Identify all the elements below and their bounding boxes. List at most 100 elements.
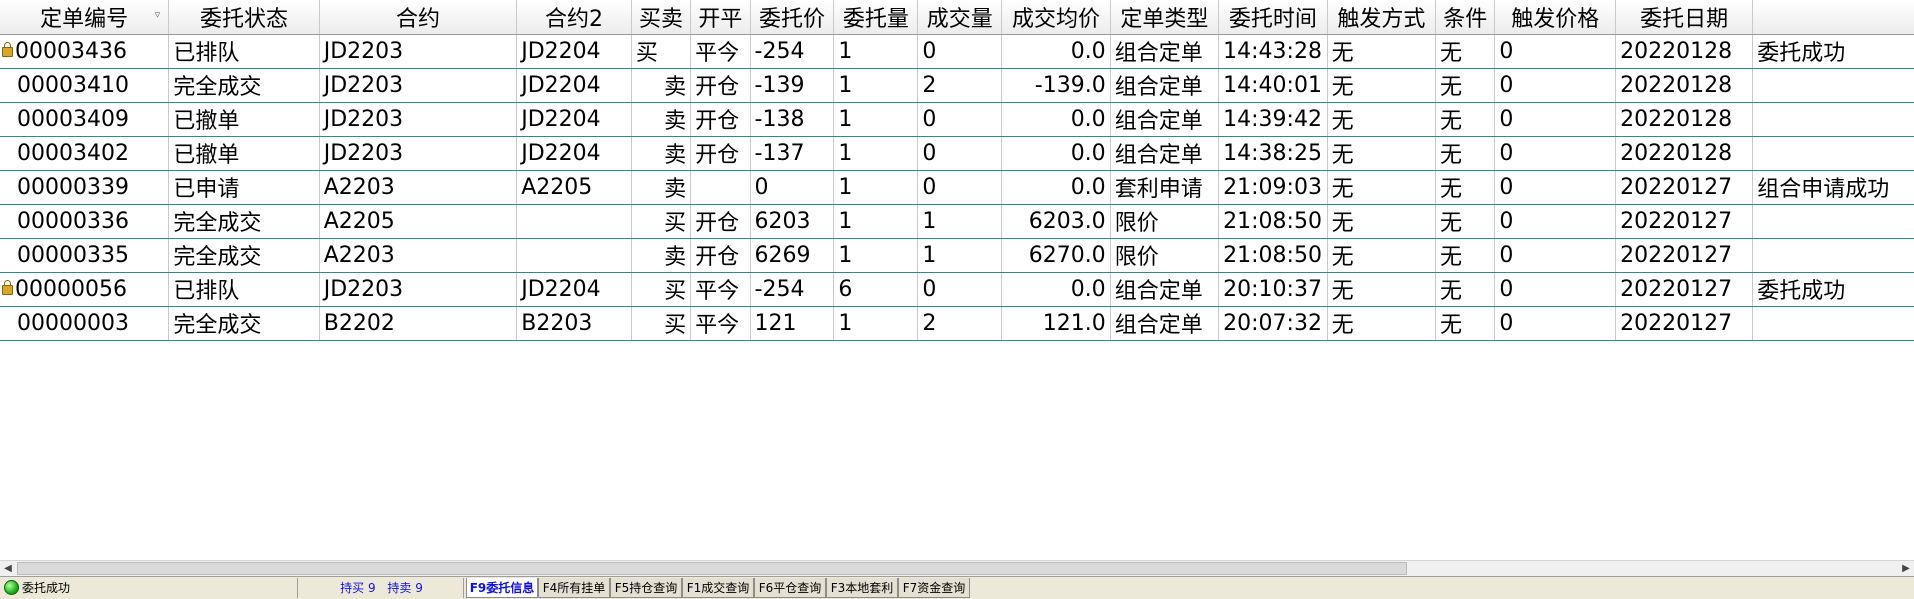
tab-f5[interactable]: F5持仓查询 xyxy=(610,578,682,598)
cell-open-close: 开仓 xyxy=(690,102,751,137)
cell-order-price: -254 xyxy=(750,272,835,307)
table-row[interactable]: 00000335 完全成交 A2203 卖开仓 6269 1 1 6270.0 限价 21:08:… xyxy=(0,238,1914,273)
cell-value: 无 xyxy=(1331,279,1354,304)
table-row[interactable]: 00000336 完全成交 A2205 买开仓 6203 1 1 6203.0 限价 21:08:… xyxy=(0,204,1914,239)
column-header-order-date[interactable]: 委托日期 xyxy=(1615,0,1754,35)
cell-value: 卖 xyxy=(664,245,687,270)
column-header-order-id[interactable]: 定单编号 ▿ xyxy=(0,0,170,35)
cell-value: 开仓 xyxy=(695,143,740,168)
column-header-filled-qty[interactable]: 成交量 xyxy=(917,0,1003,35)
table-row[interactable]: 00003402 已撤单 JD2203 JD2204 卖开仓 -137 1 0 0.0 组合定单 1… xyxy=(0,136,1914,171)
cell-trigger-price: 0 xyxy=(1494,306,1617,341)
column-header-order-price[interactable]: 委托价 xyxy=(750,0,835,35)
cell-value: 1 xyxy=(838,310,853,336)
cell-value: 买 xyxy=(635,41,658,66)
cell-avg-price: 0.0 xyxy=(1001,34,1111,69)
column-header-contract2[interactable]: 合约2 xyxy=(516,0,632,35)
cell-value: 20220127 xyxy=(1620,242,1733,268)
column-header-feedback[interactable]: 反馈 xyxy=(1752,0,1914,35)
table-row[interactable]: 00003410 完全成交 JD2203 JD2204 卖开仓 -139 1 2 -139.0 组… xyxy=(0,68,1914,103)
cell-value: 平今 xyxy=(695,279,740,304)
scroll-left-icon[interactable]: ◀ xyxy=(0,561,16,576)
cell-order-id: 00003402 xyxy=(0,136,170,171)
tab-f6[interactable]: F6平仓查询 xyxy=(754,578,826,598)
cell-value: 完全成交 xyxy=(173,75,262,100)
cell-side: 卖 xyxy=(631,238,692,273)
cell-value: -254 xyxy=(754,276,805,302)
cell-value: 00003409 xyxy=(17,106,129,132)
cell-feedback xyxy=(1752,102,1914,137)
cell-value: 完全成交 xyxy=(173,211,262,236)
orders-grid[interactable]: 定单编号 ▿ 委托状态 合约 合约2 买卖 开平 委托价 委托量 成交量 成交均价 定单类型 委托时间触… xyxy=(0,0,1914,560)
cell-value: 1 xyxy=(838,72,853,98)
column-header-label: 开平 xyxy=(698,6,743,32)
column-header-label: 委托时间 xyxy=(1228,6,1317,32)
cell-value: 21:08:50 xyxy=(1223,208,1322,234)
cell-value: 组合定单 xyxy=(1114,279,1203,304)
cell-order-price: -137 xyxy=(750,136,835,171)
tab-f1[interactable]: F1成交查询 xyxy=(682,578,754,598)
cell-avg-price: 0.0 xyxy=(1001,272,1111,307)
column-header-side[interactable]: 买卖 xyxy=(631,0,692,35)
cell-value: 无 xyxy=(1331,245,1354,270)
cell-value: 已排队 xyxy=(173,41,240,66)
cell-trigger-price: 0 xyxy=(1494,170,1617,205)
column-header-label: 成交量 xyxy=(926,6,993,32)
cell-order-time: 14:39:42 xyxy=(1218,102,1328,137)
column-header-label: 买卖 xyxy=(638,6,683,32)
cell-feedback xyxy=(1752,306,1914,341)
tab-f7[interactable]: F7资金查询 xyxy=(898,578,970,598)
cell-value: 0.0 xyxy=(1070,38,1106,64)
cell-value: 无 xyxy=(1440,279,1463,304)
tab-f4[interactable]: F4所有挂单 xyxy=(538,578,610,598)
scroll-right-icon[interactable]: ▶ xyxy=(1898,561,1914,576)
cell-value: 无 xyxy=(1440,177,1463,202)
column-header-condition[interactable]: 条件 xyxy=(1435,0,1496,35)
column-header-label: 条件 xyxy=(1443,6,1488,32)
cell-contract2 xyxy=(516,204,632,239)
tab-f3[interactable]: F3本地套利 xyxy=(826,578,898,598)
cell-order-time: 21:08:50 xyxy=(1218,204,1328,239)
cell-value: 20220127 xyxy=(1620,174,1733,200)
cell-order-status: 完全成交 xyxy=(168,238,320,273)
scrollbar-thumb[interactable] xyxy=(17,562,1407,575)
table-row[interactable]: 00003436 已排队 JD2203 JD2204 买 平今 -254 1 0 0.0 组合定单 1… xyxy=(0,34,1914,69)
cell-condition: 无 xyxy=(1435,102,1496,137)
cell-value: 14:40:01 xyxy=(1223,72,1322,98)
column-header-label: 委托日期 xyxy=(1640,6,1729,32)
horizontal-scrollbar[interactable]: ◀ ▶ xyxy=(0,560,1914,576)
cell-value: 121 xyxy=(754,310,797,336)
column-header-contract[interactable]: 合约 xyxy=(319,0,518,35)
table-row[interactable]: 00000056 已排队 JD2203 JD2204 买平今 -254 6 0 0.0 组合定单 2… xyxy=(0,272,1914,307)
cell-value: 0.0 xyxy=(1070,106,1106,132)
column-header-trigger-mode[interactable]: 触发方式 xyxy=(1327,0,1437,35)
cell-order-qty: 1 xyxy=(833,102,919,137)
cell-open-close xyxy=(690,170,751,205)
column-header-avg-price[interactable]: 成交均价 xyxy=(1001,0,1111,35)
column-header-trigger-price[interactable]: 触发价格 xyxy=(1494,0,1617,35)
cell-value: A2205 xyxy=(521,174,593,200)
cell-value: 0 xyxy=(922,174,937,200)
cell-trigger-price: 0 xyxy=(1494,68,1617,103)
cell-value: -138 xyxy=(754,106,805,132)
cell-order-price: -139 xyxy=(750,68,835,103)
table-row[interactable]: 00003409 已撤单 JD2203 JD2204 卖开仓 -138 1 0 0.0 组合定单 1… xyxy=(0,102,1914,137)
column-header-order-type[interactable]: 定单类型 xyxy=(1110,0,1220,35)
cell-value: B2202 xyxy=(323,310,395,336)
cell-value: 1 xyxy=(838,208,853,234)
column-header-open-close[interactable]: 开平 xyxy=(690,0,751,35)
cell-value: 开仓 xyxy=(695,245,740,270)
column-header-label: 委托价 xyxy=(758,6,825,32)
cell-contract: JD2203 xyxy=(319,34,518,69)
cell-order-status: 已排队 xyxy=(168,272,320,307)
column-header-order-qty[interactable]: 委托量 xyxy=(833,0,919,35)
cell-value: 0 xyxy=(922,106,937,132)
table-row[interactable]: 00000339 已申请 A2203 A2205 卖 0 1 0 0.0 套利申请 21:09:03… xyxy=(0,170,1914,205)
table-row[interactable]: 00000003 完全成交 B2202 B2203 买平今 121 1 2 121.0 组合定单 2… xyxy=(0,306,1914,341)
cell-filled-qty: 2 xyxy=(917,68,1003,103)
column-header-order-time[interactable]: 委托时间 xyxy=(1218,0,1328,35)
tab-f9[interactable]: F9委托信息 xyxy=(466,578,538,598)
column-header-order-status[interactable]: 委托状态 xyxy=(168,0,320,35)
cell-value: 已排队 xyxy=(173,279,240,304)
cell-trigger-price: 0 xyxy=(1494,102,1617,137)
